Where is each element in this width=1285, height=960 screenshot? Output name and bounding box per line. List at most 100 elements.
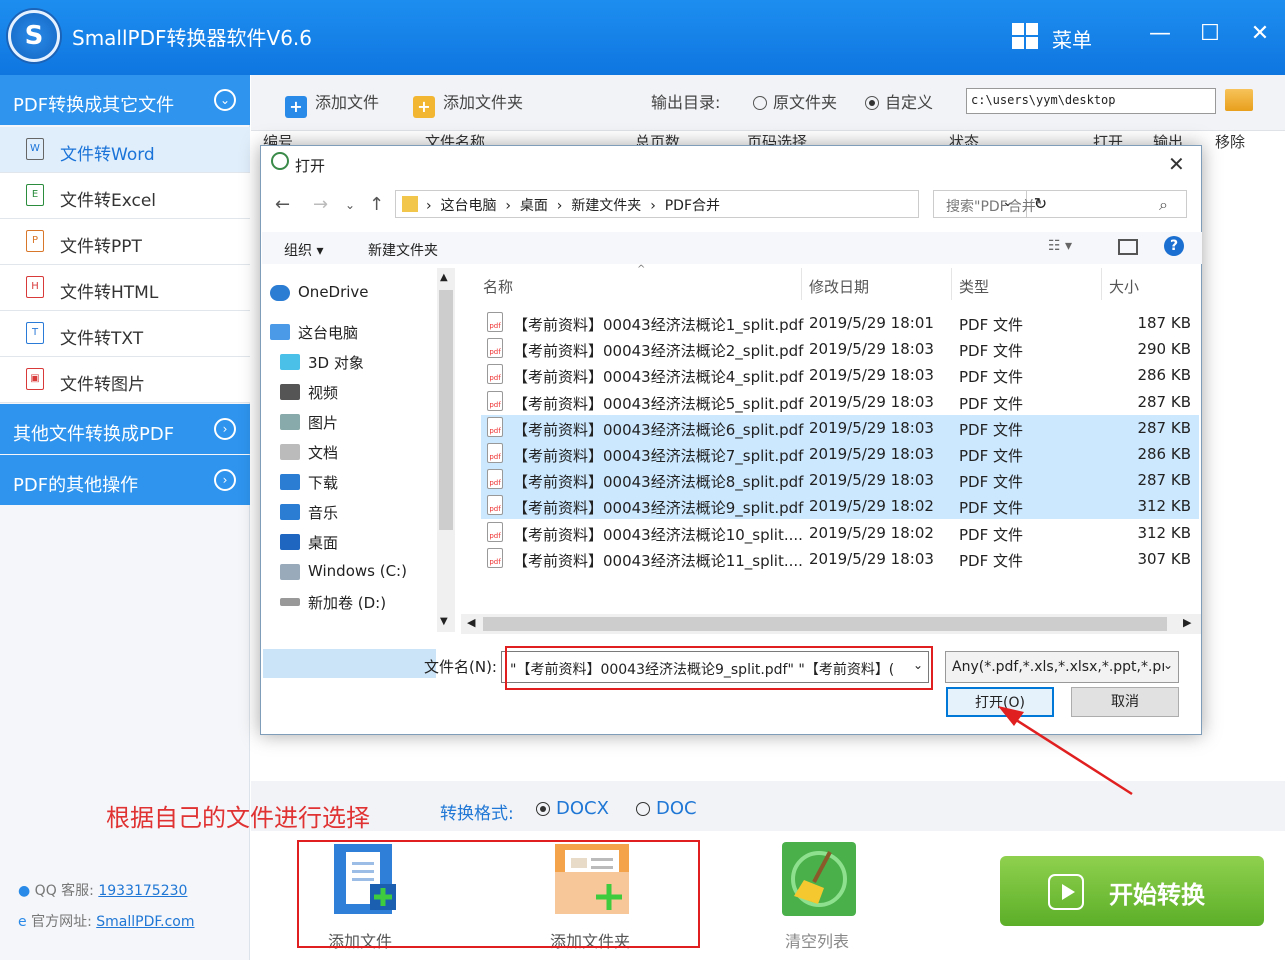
- nav-videos[interactable]: 视频: [280, 382, 338, 403]
- maximize-button[interactable]: ☐: [1195, 14, 1225, 54]
- preview-pane-icon[interactable]: [1118, 239, 1138, 255]
- header-name[interactable]: 名称: [483, 276, 513, 297]
- nav-music[interactable]: 音乐: [280, 502, 338, 523]
- radio-original-folder[interactable]: 原文件夹: [753, 89, 837, 113]
- start-convert-button[interactable]: 开始转换: [1000, 856, 1264, 926]
- desktop-icon: [280, 534, 300, 550]
- horizontal-scrollbar[interactable]: ◀ ▶: [461, 614, 1201, 634]
- pdf-file-icon: pdf: [487, 416, 503, 437]
- filename-label: 文件名(N):: [424, 658, 497, 676]
- output-path-input[interactable]: c:\users\yym\desktop: [966, 88, 1216, 114]
- add-folder-button[interactable]: + 添加文件夹: [413, 89, 523, 118]
- sidebar-item-word[interactable]: W 文件转Word: [0, 127, 250, 173]
- file-row[interactable]: pdf 【考前资料】00043经济法概论8_split.pdf 2019/5/29 …: [481, 467, 1199, 494]
- nav-scroll-thumb[interactable]: [439, 290, 453, 530]
- nav-scrollbar[interactable]: ▲ ▼: [437, 268, 455, 632]
- file-row[interactable]: pdf 【考前资料】00043经济法概论1_split.pdf 2019/5/29 …: [481, 310, 1199, 336]
- menu-grid-icon[interactable]: [1012, 23, 1038, 49]
- sidebar-item-excel[interactable]: E 文件转Excel: [0, 173, 250, 219]
- menu-button[interactable]: 菜单: [1052, 24, 1092, 53]
- file-type: PDF 文件: [959, 394, 1023, 413]
- file-date: 2019/5/29 18:03: [809, 549, 934, 568]
- breadcrumb-item[interactable]: PDF合并: [665, 198, 720, 214]
- sidebar-item-image[interactable]: ▣ 文件转图片: [0, 357, 250, 403]
- nav-3d-objects[interactable]: 3D 对象: [280, 352, 364, 373]
- file-type: PDF 文件: [959, 473, 1023, 492]
- organize-button[interactable]: 组织 ▾: [284, 240, 323, 260]
- pdf-file-icon: pdf: [487, 338, 503, 359]
- pdf-file-icon: pdf: [487, 443, 503, 463]
- chevron-down-icon[interactable]: ⌄: [1163, 658, 1173, 672]
- horizontal-scroll-thumb[interactable]: [483, 617, 1167, 631]
- file-row[interactable]: pdf 【考前资料】00043经济法概论4_split.pdf 2019/5/29 …: [481, 362, 1199, 388]
- file-type-select[interactable]: Any(*.pdf,*.xls,*.xlsx,*.ppt,*.pı: [945, 651, 1179, 683]
- file-row[interactable]: pdf 【考前资料】00043经济法概论10_split.... 2019/5/29…: [481, 520, 1199, 546]
- nav-desktop[interactable]: 桌面: [280, 532, 338, 553]
- sidebar-item-txt[interactable]: T 文件转TXT: [0, 311, 250, 357]
- scroll-up-icon[interactable]: ▲: [440, 272, 448, 283]
- command-bar: 组织 ▾ 新建文件夹 ☷ ▾ ?: [262, 232, 1202, 264]
- qq-link[interactable]: 1933175230: [98, 883, 187, 899]
- sidebar-item-ppt[interactable]: P 文件转PPT: [0, 219, 250, 265]
- scroll-down-icon[interactable]: ▼: [440, 616, 448, 627]
- section-pdf-to-other[interactable]: PDF转换成其它文件 ⌄: [0, 75, 250, 125]
- forward-arrow-icon[interactable]: →: [313, 194, 328, 215]
- picture-icon: [280, 414, 300, 430]
- nav-this-pc[interactable]: 这台电脑: [270, 322, 359, 343]
- up-arrow-icon[interactable]: ↑: [369, 194, 384, 215]
- radio-docx[interactable]: DOCX: [536, 798, 609, 819]
- radio-selected-icon: [536, 802, 550, 816]
- nav-pictures[interactable]: 图片: [280, 412, 338, 433]
- annotation-text: 根据自己的文件进行选择: [106, 804, 370, 832]
- dialog-close-icon[interactable]: ✕: [1168, 152, 1185, 176]
- scroll-left-icon[interactable]: ◀: [467, 616, 475, 629]
- close-button[interactable]: ✕: [1245, 14, 1275, 54]
- section-other-to-pdf[interactable]: 其他文件转换成PDF ›: [0, 404, 250, 454]
- header-date[interactable]: 修改日期: [809, 276, 869, 297]
- add-file-button[interactable]: + 添加文件: [285, 89, 379, 118]
- header-size[interactable]: 大小: [1109, 276, 1139, 297]
- help-icon[interactable]: ?: [1164, 236, 1184, 256]
- section-pdf-other-ops[interactable]: PDF的其他操作 ›: [0, 455, 250, 505]
- radio-custom[interactable]: 自定义: [865, 89, 933, 113]
- breadcrumb-item[interactable]: 新建文件夹: [571, 198, 641, 214]
- nav-downloads[interactable]: 下载: [280, 472, 338, 493]
- file-row[interactable]: pdf 【考前资料】00043经济法概论2_split.pdf 2019/5/29 …: [481, 336, 1199, 362]
- new-folder-button[interactable]: 新建文件夹: [368, 240, 438, 260]
- chevron-down-icon[interactable]: ⌄: [913, 658, 923, 672]
- file-name: 【考前资料】00043经济法概论2_split.pdf: [513, 342, 804, 361]
- file-row[interactable]: pdf 【考前资料】00043经济法概论9_split.pdf 2019/5/29 …: [481, 493, 1199, 520]
- search-input[interactable]: 搜索"PDF合并": [933, 190, 1187, 218]
- site-link[interactable]: SmallPDF.com: [96, 914, 194, 930]
- back-arrow-icon[interactable]: ←: [275, 194, 290, 215]
- file-size: 286 KB: [1137, 366, 1191, 385]
- file-row[interactable]: pdf 【考前资料】00043经济法概论7_split.pdf 2019/5/29 …: [481, 441, 1199, 467]
- nav-label: 这台电脑: [298, 324, 359, 342]
- file-size: 290 KB: [1137, 340, 1191, 359]
- contact-info: ● QQ 客服: 1933175230 e 官方网址: SmallPDF.com: [18, 880, 195, 942]
- recent-dropdown-icon[interactable]: ⌄: [345, 198, 355, 212]
- folder-plus-icon: +: [413, 96, 435, 118]
- clear-list-broom-icon[interactable]: [782, 842, 856, 916]
- scroll-right-icon[interactable]: ▶: [1183, 616, 1191, 629]
- view-options-icon[interactable]: ☷ ▾: [1048, 238, 1072, 254]
- breadcrumb-item[interactable]: 桌面: [520, 198, 548, 214]
- nav-documents[interactable]: 文档: [280, 442, 338, 463]
- nav-drive-c[interactable]: Windows (C:): [280, 562, 407, 580]
- sidebar-item-html[interactable]: H 文件转HTML: [0, 265, 250, 311]
- file-row[interactable]: pdf 【考前资料】00043经济法概论11_split.... 2019/5/29…: [481, 546, 1199, 572]
- nav-onedrive[interactable]: OneDrive: [270, 283, 369, 301]
- header-type[interactable]: 类型: [959, 276, 989, 297]
- minimize-button[interactable]: —: [1145, 14, 1175, 54]
- browse-folder-icon[interactable]: [1225, 89, 1253, 111]
- file-row[interactable]: pdf 【考前资料】00043经济法概论5_split.pdf 2019/5/29 …: [481, 389, 1199, 415]
- txt-file-icon: T: [26, 322, 44, 344]
- breadcrumb-item[interactable]: 这台电脑: [441, 198, 497, 214]
- file-row[interactable]: pdf 【考前资料】00043经济法概论6_split.pdf 2019/5/29 …: [481, 414, 1199, 441]
- address-bar[interactable]: › 这台电脑 › 桌面 › 新建文件夹 › PDF合并 ⌄ ↻: [395, 190, 1047, 218]
- file-type: PDF 文件: [959, 525, 1023, 544]
- radio-doc[interactable]: DOC: [636, 798, 697, 819]
- nav-drive-d[interactable]: 新加卷 (D:): [280, 592, 386, 613]
- clear-list-label[interactable]: 清空列表: [785, 928, 849, 952]
- open-file-dialog: 打开 ✕ ← → ⌄ ↑ › 这台电脑 › 桌面 › 新建文件夹 › PDF合并…: [260, 145, 1202, 735]
